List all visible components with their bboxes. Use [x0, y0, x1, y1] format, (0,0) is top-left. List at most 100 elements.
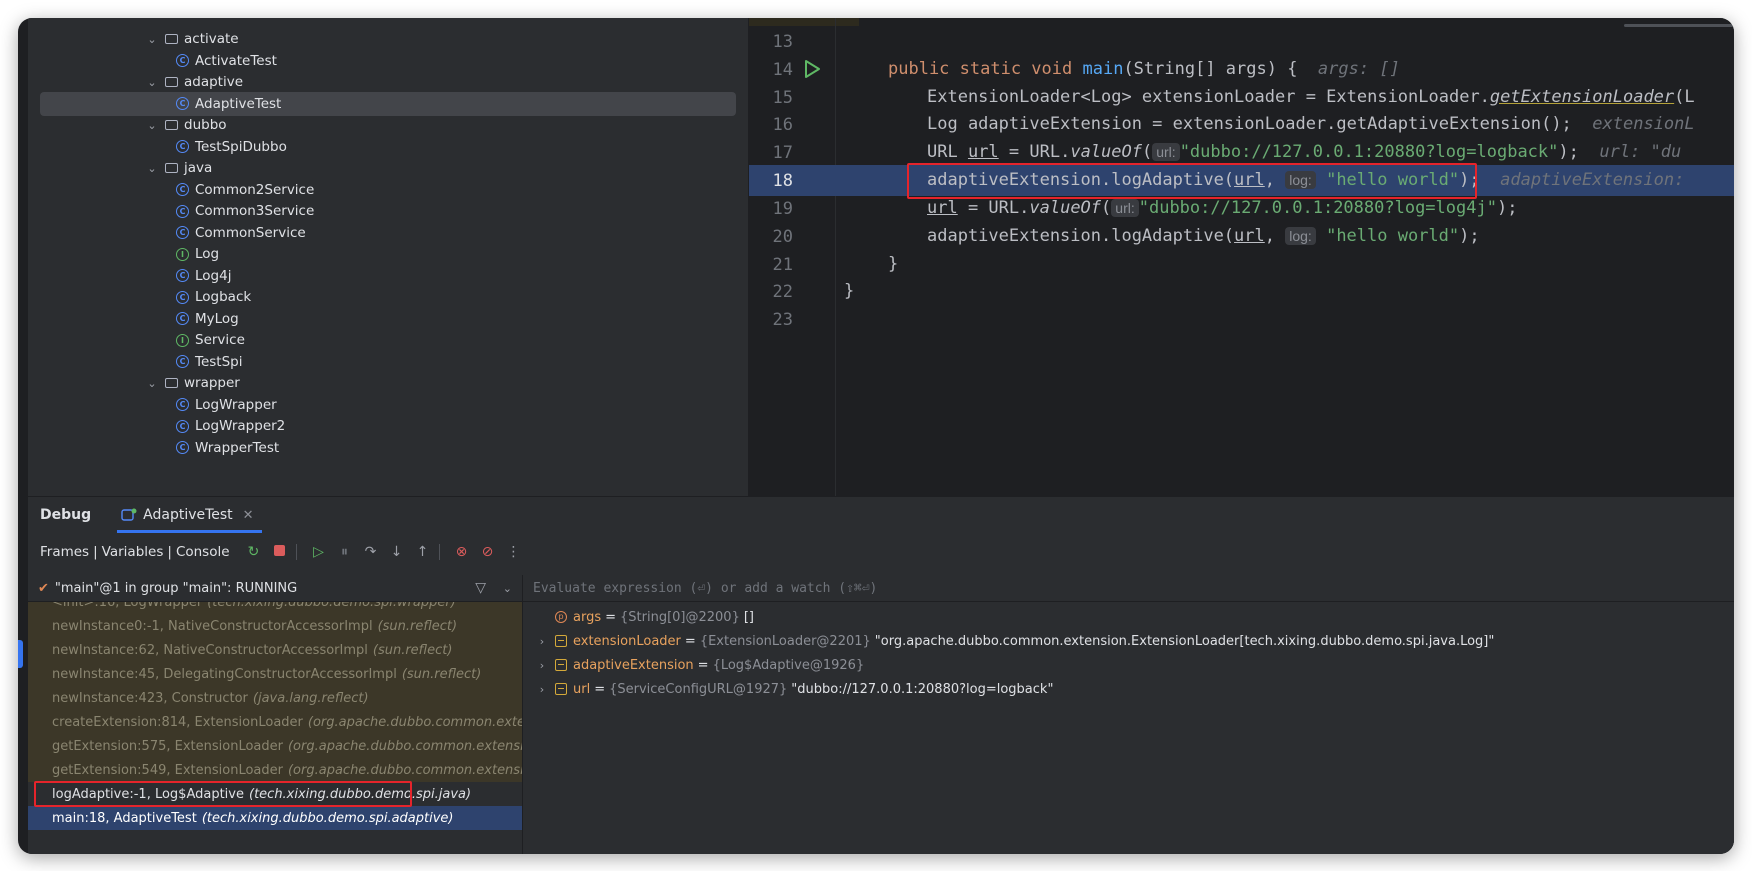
tree-item[interactable]: C TestSpiDubbo	[28, 135, 748, 159]
view-breakpoints-icon[interactable]: ⊗	[452, 544, 472, 560]
step-into-icon[interactable]: ↓	[387, 544, 407, 560]
parameter-hint: url:	[1152, 143, 1180, 161]
tree-item[interactable]: C Log4j	[28, 264, 748, 288]
tree-item[interactable]: I Log	[28, 242, 748, 266]
chevron-right-icon[interactable]: ›	[535, 635, 549, 648]
tree-item[interactable]: C MyLog	[28, 307, 748, 331]
tree-item[interactable]: C CommonService	[28, 221, 748, 245]
tree-item[interactable]: ⌄ java	[28, 156, 748, 180]
chevron-down-icon[interactable]: ⌄	[145, 162, 159, 175]
run-gutter-icon[interactable]	[803, 59, 821, 79]
chevron-down-icon[interactable]: ⌄	[503, 582, 512, 595]
stack-frame[interactable]: getExtension:549, ExtensionLoader (org.ap…	[28, 758, 522, 782]
stack-frame[interactable]: getExtension:575, ExtensionLoader (org.ap…	[28, 734, 522, 758]
line-number: 17	[772, 143, 793, 163]
tree-item[interactable]: I Service	[28, 328, 748, 352]
stack-frame[interactable]: newInstance:45, DelegatingConstructorAcc…	[28, 662, 522, 686]
tree-item[interactable]: ⌄ activate	[28, 27, 748, 51]
close-icon[interactable]: ✕	[243, 508, 254, 523]
variable-row[interactable]: p args = {String[0]@2200}[]	[523, 605, 1734, 629]
inline-value-hint: args: []	[1317, 59, 1400, 79]
variable-row[interactable]: › adaptiveExtension = {Log$Adaptive@1926}	[523, 653, 1734, 677]
chevron-right-icon[interactable]: ›	[535, 659, 549, 672]
mute-breakpoints-icon[interactable]: ⊘	[478, 544, 498, 560]
toolbar-separator	[438, 544, 440, 560]
stack-frame[interactable]: main:18, AdaptiveTest (tech.xixing.dubbo.…	[28, 806, 522, 830]
code-line[interactable]: 20 adaptiveExtension.logAdaptive(url, lo…	[749, 221, 1734, 252]
code-line[interactable]: 14 public static void main(String[] args…	[749, 54, 1734, 85]
field-icon	[555, 683, 567, 695]
evaluate-expression-input[interactable]: Evaluate expression (⏎) or add a watch (…	[523, 575, 1734, 602]
class-icon: C	[176, 54, 189, 67]
view-console-button[interactable]: Console	[176, 544, 230, 560]
tree-item[interactable]: C AdaptiveTest	[40, 91, 736, 116]
tree-item[interactable]: C Logback	[28, 285, 748, 309]
code-line[interactable]: 13	[749, 26, 1734, 57]
step-over-icon[interactable]: ↷	[361, 544, 381, 560]
variable-row[interactable]: › extensionLoader = {ExtensionLoader@2201} "…	[523, 629, 1734, 653]
class-icon: C	[176, 97, 189, 110]
code-line[interactable]: 22 }	[749, 276, 1734, 307]
equals-sign: =	[605, 609, 617, 625]
frame-package: (tech.xixing.dubbo.demo.spi.adaptive)	[201, 810, 454, 826]
tree-item[interactable]: C LogWrapper	[28, 393, 748, 417]
variable-type: {Log$Adaptive@1926}	[712, 657, 865, 673]
chevron-down-icon[interactable]: ⌄	[145, 33, 159, 46]
equals-sign: =	[697, 657, 709, 673]
resume-icon[interactable]: ▷	[309, 544, 329, 560]
stack-frame[interactable]: createExtension:814, ExtensionLoader (org…	[28, 710, 522, 734]
parameter-icon: p	[555, 611, 567, 623]
tree-item-label: ActivateTest	[195, 52, 277, 69]
frame-package: (org.apache.dubbo.common.extension)	[287, 762, 523, 778]
variable-type: {ServiceConfigURL@1927}	[609, 681, 788, 697]
line-number: 14	[772, 60, 793, 80]
tab-adaptive-test[interactable]: AdaptiveTest ✕	[117, 497, 263, 533]
tree-item[interactable]: C ActivateTest	[28, 49, 748, 73]
tree-item[interactable]: ⌄ wrapper	[28, 371, 748, 395]
tree-item[interactable]: ⌄ adaptive	[28, 70, 748, 94]
variable-name: args	[573, 609, 602, 625]
equals-sign: =	[594, 681, 606, 697]
field-icon	[555, 635, 567, 647]
stack-frame[interactable]: newInstance0:-1, NativeConstructorAccess…	[28, 614, 522, 638]
tree-item[interactable]: C LogWrapper2	[28, 414, 748, 438]
stop-icon[interactable]	[270, 544, 290, 560]
pause-icon[interactable]: ⏸	[335, 544, 355, 560]
variable-type: {String[0]@2200}	[620, 609, 740, 625]
tree-item[interactable]: ⌄ dubbo	[28, 113, 748, 137]
tree-item-label: Common2Service	[195, 181, 315, 198]
stack-frame[interactable]: newInstance:423, Constructor (java.lang.r…	[28, 686, 522, 710]
line-number: 15	[772, 88, 793, 108]
code-editor[interactable]: 13 14 public static void main(String[] a…	[749, 18, 1734, 496]
class-icon: C	[176, 290, 189, 304]
frame-method: newInstance:62, NativeConstructorAccesso…	[52, 642, 368, 658]
filter-icon[interactable]: ▽	[475, 580, 486, 596]
highlight-box-current-frame	[34, 781, 412, 807]
tree-item[interactable]: C Common3Service	[28, 199, 748, 223]
tree-item[interactable]: C WrapperTest	[28, 436, 748, 460]
chevron-right-icon[interactable]: ›	[535, 683, 549, 696]
chevron-down-icon[interactable]: ⌄	[145, 377, 159, 390]
code-line[interactable]: 23	[749, 304, 1734, 335]
thread-selector[interactable]: ✔ "main"@1 in group "main": RUNNING ▽ ⌄	[28, 575, 522, 602]
side-indicator	[18, 640, 23, 668]
chevron-down-icon[interactable]: ⌄	[145, 76, 159, 89]
stack-frame[interactable]: newInstance:62, NativeConstructorAccesso…	[28, 638, 522, 662]
code-line[interactable]: 16 Log adaptiveExtension = extensionLoad…	[749, 109, 1734, 140]
view-variables-button[interactable]: Variables	[102, 544, 164, 560]
chevron-down-icon[interactable]: ⌄	[145, 119, 159, 132]
tree-item[interactable]: C Common2Service	[28, 178, 748, 202]
frame-package: (sun.reflect)	[401, 666, 482, 682]
variable-row[interactable]: › url = {ServiceConfigURL@1927} "dubbo://127…	[523, 677, 1734, 701]
highlight-box-current-line	[907, 163, 1477, 199]
tree-item[interactable]: C TestSpi	[28, 350, 748, 374]
debug-tab-bar: Debug AdaptiveTest ✕	[28, 497, 1734, 533]
step-out-icon[interactable]: ↑	[413, 544, 433, 560]
frame-method: main:18, AdaptiveTest	[52, 810, 197, 826]
rerun-icon[interactable]: ↻	[244, 544, 264, 560]
frame-method: newInstance:45, DelegatingConstructorAcc…	[52, 666, 397, 682]
variables-panel: Evaluate expression (⏎) or add a watch (…	[523, 575, 1734, 854]
more-options-icon[interactable]: ⋮	[504, 544, 524, 560]
view-frames-button[interactable]: Frames	[40, 544, 89, 560]
class-icon: C	[176, 441, 189, 454]
